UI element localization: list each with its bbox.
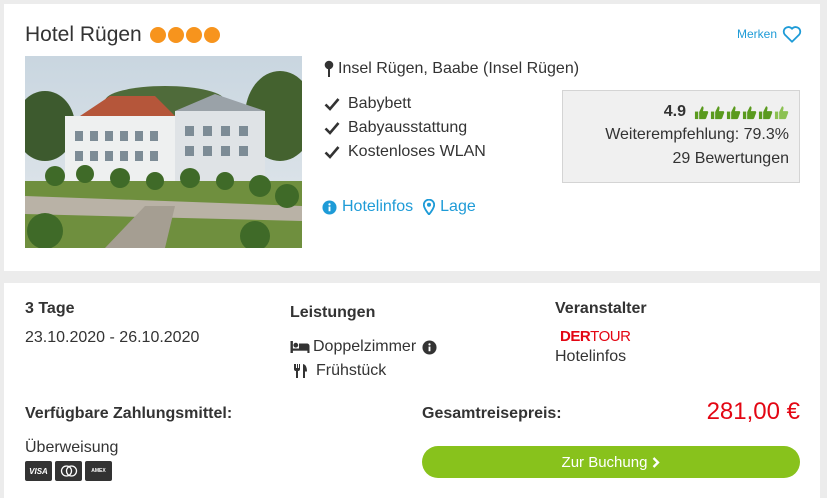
hotelinfos-label: Hotelinfos (342, 198, 414, 215)
check-icon (324, 122, 340, 135)
thumbs-up-icon (694, 105, 709, 119)
chevron-right-icon (653, 456, 661, 468)
rating-thumbs (694, 105, 789, 120)
board-row: Frühstück (290, 359, 440, 383)
amenity-label: Babybett (348, 95, 412, 112)
dertour-logo: DER TOUR (560, 328, 631, 345)
operator-hotelinfos-link[interactable]: Hotelinfos (555, 348, 626, 366)
check-icon (324, 146, 340, 159)
services-list: Doppelzimmer Frühstück (290, 335, 440, 383)
hotelinfos-link[interactable]: Hotelinfos (322, 198, 413, 216)
info-circle-icon (322, 199, 337, 215)
rating-score: 4.9 (663, 103, 686, 120)
hotel-title[interactable]: Hotel Rügen (25, 23, 220, 47)
amenity-label: Babyausstattung (348, 119, 468, 136)
operator-title: Veranstalter (555, 300, 647, 317)
amenities-list: Babybett Babyausstattung Kostenloses WLA… (324, 92, 486, 164)
offer-card: 3 Tage 23.10.2020 - 26.10.2020 Leistunge… (4, 283, 820, 498)
star-icon (203, 27, 220, 43)
payment-title: Verfügbare Zahlungsmittel: (25, 405, 233, 422)
hotel-links: Hotelinfos Lage (322, 198, 486, 216)
star-icon (167, 27, 184, 43)
cutlery-icon (294, 364, 307, 378)
heart-icon (782, 26, 802, 43)
amenity-item: Babybett (324, 92, 486, 116)
total-price: 281,00 € (706, 398, 800, 425)
star-icon (149, 27, 166, 43)
hotel-card: Hotel Rügen Merken Insel Rügen, Baabe (I… (4, 4, 820, 271)
dertour-logo-der: DER (560, 328, 591, 345)
info-circle-icon[interactable] (422, 339, 437, 355)
thumbs-up-icon (710, 105, 725, 119)
rating-score-row: 4.9 (573, 101, 789, 123)
merken-button[interactable]: Merken (737, 25, 802, 43)
hotel-stars (149, 27, 220, 43)
board-type: Frühstück (316, 362, 387, 379)
recommendation-text: Weiterempfehlung: 79.3% (605, 126, 789, 143)
dertour-logo-tour: TOUR (590, 328, 631, 345)
hotel-photo[interactable] (25, 56, 302, 248)
travel-dates: 23.10.2020 - 26.10.2020 (25, 329, 200, 346)
map-marker-icon (423, 199, 436, 215)
room-type: Doppelzimmer (313, 338, 417, 355)
thumbs-up-icon (726, 105, 741, 119)
total-label: Gesamtreisepreis: (422, 405, 562, 422)
amenity-item: Babyausstattung (324, 116, 486, 140)
mastercard-icon (55, 461, 82, 481)
visa-icon: VISA (25, 461, 52, 481)
payment-method: Überweisung (25, 439, 119, 456)
lage-label: Lage (440, 198, 476, 215)
rating-box[interactable]: 4.9 Weiterempfehlung: 79.3% 29 Bewertung… (562, 90, 800, 183)
thumbs-up-icon (774, 105, 789, 119)
book-button-label: Zur Buchung (561, 453, 648, 471)
thumbs-up-icon (758, 105, 773, 119)
services-title: Leistungen (290, 304, 376, 321)
amenity-item: Kostenloses WLAN (324, 140, 486, 164)
room-row: Doppelzimmer (290, 335, 440, 359)
location-text: Insel Rügen, Baabe (Insel Rügen) (338, 60, 580, 77)
amenity-label: Kostenloses WLAN (348, 143, 486, 160)
merken-label: Merken (736, 27, 777, 41)
payment-icons: VISA AMEX (25, 461, 112, 481)
amex-icon: AMEX (85, 461, 112, 481)
book-button[interactable]: Zur Buchung (422, 446, 800, 478)
duration: 3 Tage (25, 300, 75, 317)
hotel-name[interactable]: Hotel Rügen (25, 23, 142, 47)
thumbs-up-icon (742, 105, 757, 119)
bed-icon (290, 341, 310, 353)
map-pin-icon (324, 60, 334, 77)
check-icon (324, 98, 340, 111)
star-icon (185, 27, 202, 43)
hotel-location: Insel Rügen, Baabe (Insel Rügen) (324, 60, 579, 78)
reviews-count[interactable]: 29 Bewertungen (573, 147, 789, 171)
lage-link[interactable]: Lage (423, 198, 476, 216)
